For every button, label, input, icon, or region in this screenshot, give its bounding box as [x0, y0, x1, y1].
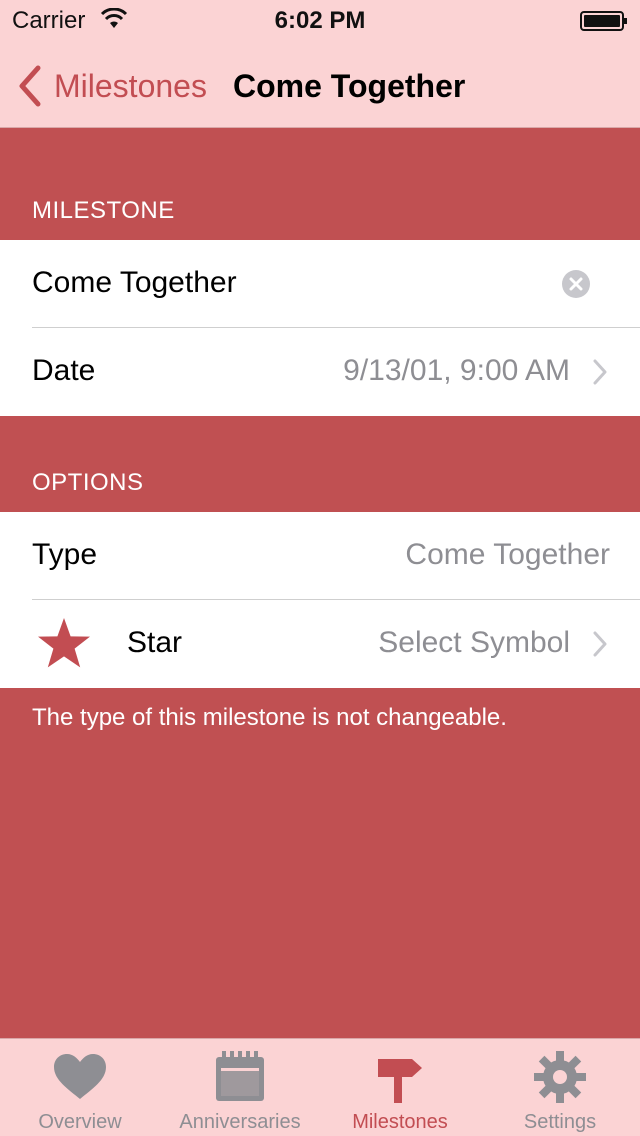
tab-label: Settings: [523, 1111, 597, 1133]
battery-icon: [580, 11, 627, 31]
milestone-name-cell[interactable]: Come Together: [0, 240, 640, 328]
options-group: Type Come Together Star Select Symbol: [0, 512, 640, 688]
status-time: 6:02 PM: [274, 7, 366, 34]
tab-label: Milestones: [352, 1111, 448, 1133]
tab-settings[interactable]: Settings: [480, 1039, 640, 1136]
back-button-label: Milestones: [54, 67, 207, 104]
top-bar: Carrier 6:02 PM Milestones Come Together: [0, 0, 640, 128]
tab-overview[interactable]: Overview: [0, 1039, 160, 1136]
chevron-right-icon: [593, 359, 607, 385]
milestone-name-input[interactable]: Come Together: [32, 266, 237, 300]
symbol-value: Select Symbol: [378, 626, 570, 659]
page-title: Come Together: [233, 68, 466, 104]
tab-label: Anniversaries: [179, 1111, 301, 1133]
tab-label: Overview: [38, 1111, 122, 1133]
type-value: Come Together: [405, 538, 610, 571]
tab-bar: Overview Anniversaries Milestones Settin…: [0, 1038, 640, 1136]
section-header-milestone: MILESTONE: [32, 197, 175, 224]
footnote-text: The type of this milestone is not change…: [32, 704, 507, 731]
date-value: 9/13/01, 9:00 AM: [343, 354, 570, 387]
chevron-left-icon: [19, 65, 41, 107]
date-label: Date: [32, 354, 96, 387]
star-icon: [38, 618, 90, 668]
gear-icon: [534, 1051, 586, 1103]
status-bar: Carrier 6:02 PM: [0, 0, 640, 40]
date-cell[interactable]: Date 9/13/01, 9:00 AM: [0, 328, 640, 416]
symbol-cell[interactable]: Star Select Symbol: [0, 600, 640, 688]
back-button[interactable]: Milestones: [14, 64, 207, 108]
close-icon: [569, 277, 583, 291]
tab-anniversaries[interactable]: Anniversaries: [160, 1039, 320, 1136]
type-label: Type: [32, 538, 98, 571]
heart-icon: [54, 1054, 106, 1099]
type-cell: Type Come Together: [0, 512, 640, 600]
milestone-group: Come Together Date 9/13/01, 9:00 AM: [0, 240, 640, 416]
tab-milestones[interactable]: Milestones: [320, 1039, 480, 1136]
symbol-label: Star: [127, 626, 183, 659]
section-header-options: OPTIONS: [32, 469, 144, 496]
signpost-icon: [378, 1059, 422, 1103]
navigation-bar: Milestones Come Together: [0, 40, 640, 128]
clear-text-button[interactable]: [562, 270, 590, 298]
calendar-icon: [216, 1051, 264, 1101]
chevron-right-icon: [593, 631, 607, 657]
